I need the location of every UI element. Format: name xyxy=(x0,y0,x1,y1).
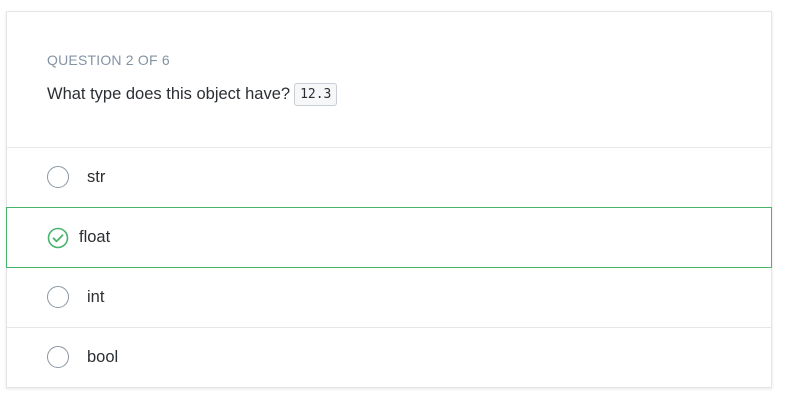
radio-button-icon[interactable] xyxy=(47,166,69,188)
answer-options: str float int bool xyxy=(6,148,772,388)
radio-button-icon[interactable] xyxy=(47,346,69,368)
answer-option-label: float xyxy=(79,228,111,246)
question-text: What type does this object have? xyxy=(47,85,291,103)
answer-option-label: str xyxy=(87,168,106,186)
answer-option-str[interactable]: str xyxy=(7,148,771,208)
answer-option-int[interactable]: int xyxy=(7,268,771,328)
answer-option-label: int xyxy=(87,288,105,306)
radio-button-icon[interactable] xyxy=(47,286,69,308)
answer-option-float[interactable]: float xyxy=(6,207,772,268)
question-header: QUESTION 2 OF 6 What type does this obje… xyxy=(7,12,771,148)
answer-option-label: bool xyxy=(87,348,119,366)
check-circle-icon[interactable] xyxy=(47,227,69,249)
code-snippet: 12.3 xyxy=(294,83,338,106)
quiz-card: QUESTION 2 OF 6 What type does this obje… xyxy=(6,11,772,388)
answer-option-bool[interactable]: bool xyxy=(7,328,771,388)
question-counter: QUESTION 2 OF 6 xyxy=(47,52,170,68)
question-prompt: What type does this object have? 12.3 xyxy=(47,83,338,106)
